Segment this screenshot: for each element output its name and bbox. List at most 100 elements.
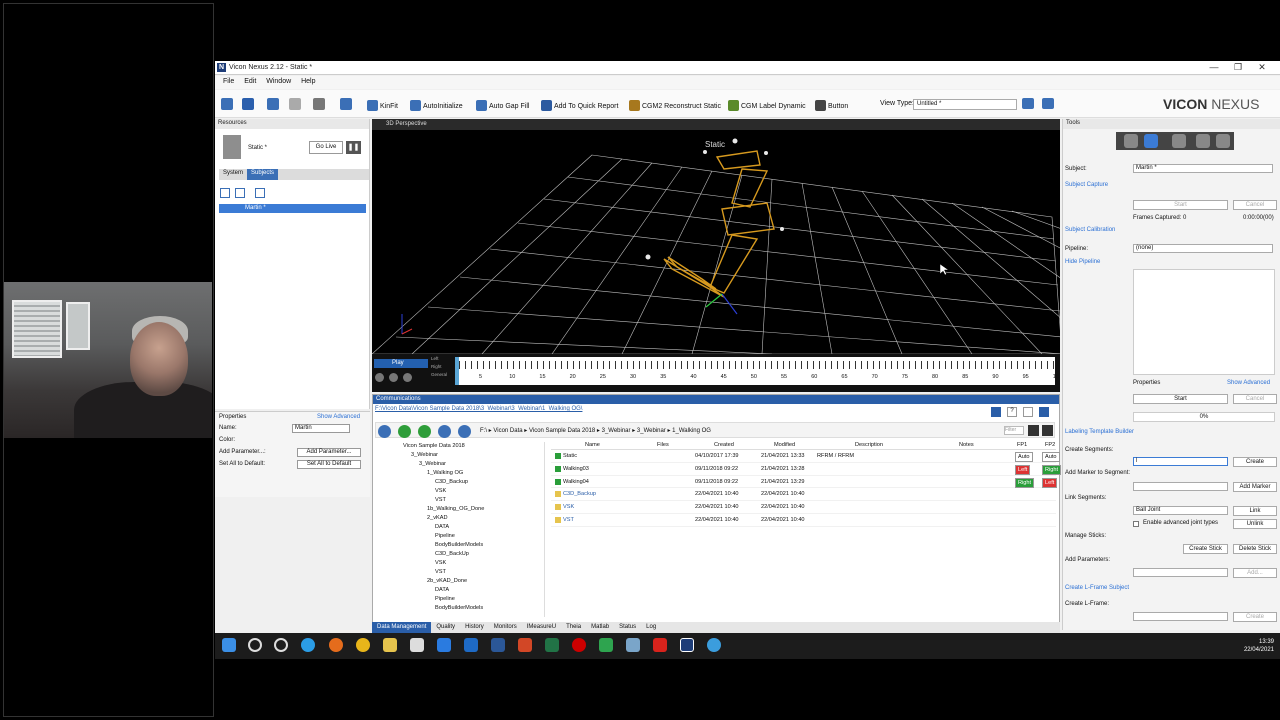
store-icon[interactable] [410, 638, 424, 652]
create-stick-button[interactable]: Create Stick [1183, 544, 1228, 554]
word-icon[interactable] [491, 638, 505, 652]
search-icon[interactable] [248, 638, 262, 652]
pipeline-list[interactable] [1133, 269, 1275, 375]
powerpoint-icon[interactable] [518, 638, 532, 652]
autoinitialize-button[interactable]: AutoInitialize [410, 100, 463, 111]
pipeline-select[interactable]: (none) [1133, 244, 1273, 253]
custom-button[interactable]: Button [815, 100, 848, 111]
save-subject-icon[interactable] [235, 188, 245, 198]
view-icon[interactable] [1039, 407, 1049, 417]
subject-row-martin[interactable]: Martin * [219, 204, 366, 213]
parameter-input[interactable] [1133, 568, 1228, 577]
add-marker-button[interactable]: Add Marker [1233, 482, 1277, 492]
tree-item[interactable]: Pipeline [375, 532, 544, 541]
crumb-drive[interactable]: F:\ [480, 428, 487, 434]
name-field[interactable]: Martin [292, 424, 350, 433]
tree-item[interactable]: 1_Walking OG [375, 469, 544, 478]
tab-subjects[interactable]: Subjects [247, 169, 279, 180]
opera-icon[interactable] [572, 638, 586, 652]
menu-file[interactable]: File [223, 78, 234, 85]
pause-icon[interactable] [389, 373, 398, 382]
subject-capture-section[interactable]: Subject Capture [1065, 182, 1108, 188]
back-icon[interactable] [398, 425, 411, 438]
tree-item[interactable]: VST [375, 568, 544, 577]
pause-button[interactable]: ❚❚ [346, 141, 361, 154]
up-folder-icon[interactable] [438, 425, 451, 438]
capture-cancel-button[interactable]: Cancel [1233, 200, 1277, 210]
view-type-select[interactable]: Untitled * [913, 99, 1017, 110]
col-fp2[interactable]: FP2 [1045, 442, 1055, 448]
minimize-button[interactable]: — [1205, 62, 1223, 72]
segment-name-input[interactable]: l [1133, 457, 1228, 466]
teams-icon[interactable] [437, 638, 451, 652]
cortana-icon[interactable] [274, 638, 288, 652]
tree-item[interactable]: VST [375, 496, 544, 505]
tree-item[interactable]: 1b_Walking_OG_Done [375, 505, 544, 514]
tree-item[interactable]: Vicon Sample Data 2018 [375, 442, 544, 451]
scroll-icon[interactable] [1028, 425, 1039, 436]
delete-stick-button[interactable]: Delete Stick [1233, 544, 1277, 554]
create-lframe-button[interactable]: Create [1233, 612, 1277, 622]
nexus-taskbar-icon[interactable] [680, 638, 694, 652]
hide-pipeline-link[interactable]: Hide Pipeline [1065, 259, 1100, 265]
tree-item[interactable]: 3_Webinar [375, 460, 544, 469]
col-modified[interactable]: Modified [774, 442, 795, 448]
crumb-vicon-data[interactable]: Vicon Data [493, 428, 522, 434]
tree-item[interactable]: C3D_Backup [375, 478, 544, 487]
col-name[interactable]: Name [585, 442, 600, 448]
menu-edit[interactable]: Edit [244, 78, 256, 85]
binoculars-icon[interactable] [1042, 425, 1053, 436]
file-row[interactable]: VST 22/04/2021 10:40 22/04/2021 10:40 [551, 514, 1056, 527]
add-parameter-button[interactable]: Add Parameter... [297, 448, 361, 457]
pipeline-icon[interactable] [313, 98, 325, 110]
new-subject-icon[interactable] [220, 188, 230, 198]
menu-window[interactable]: Window [266, 78, 291, 85]
reload-icon[interactable] [458, 425, 471, 438]
tree-item[interactable]: VSK [375, 559, 544, 568]
current-path-link[interactable]: F:\Vicon Data\Vicon Sample Data 2018\3_W… [375, 406, 582, 412]
kinfit-button[interactable]: KinFit [367, 100, 398, 111]
timeline-ruler[interactable]: 5 10 15 20 25 30 35 40 45 50 55 60 65 70 75 80 85 90 95 10 [455, 357, 1059, 385]
col-created[interactable]: Created [714, 442, 734, 448]
filter-field[interactable]: Filter [1004, 426, 1024, 435]
tree-item[interactable]: 2_vKAD [375, 514, 544, 523]
go-live-button[interactable]: Go Live [309, 141, 343, 154]
set-all-default-button[interactable]: Set All to Default [297, 460, 361, 469]
cgm-label-dynamic-button[interactable]: CGM Label Dynamic [728, 100, 806, 111]
app-icon[interactable] [626, 638, 640, 652]
subject-options-icon[interactable] [255, 188, 265, 198]
lframe-input[interactable] [1133, 612, 1228, 621]
menu-help[interactable]: Help [301, 78, 315, 85]
close-trial-icon[interactable] [242, 98, 254, 110]
close-button[interactable]: ✕ [1253, 62, 1271, 73]
refresh-icon[interactable] [991, 407, 1001, 417]
save-icon[interactable] [221, 98, 233, 110]
tree-item[interactable]: DATA [375, 523, 544, 532]
pin-view-icon[interactable] [1042, 98, 1054, 109]
labeling-template-section[interactable]: Labeling Template Builder [1065, 429, 1134, 435]
play-button[interactable]: Play [374, 359, 428, 368]
tab-system[interactable]: System [219, 169, 247, 180]
file-row[interactable]: VSK 22/04/2021 10:40 22/04/2021 10:40 [551, 501, 1056, 514]
settings-icon[interactable] [707, 638, 721, 652]
col-files[interactable]: Files [657, 442, 669, 448]
tree-item[interactable]: 3_Webinar [375, 451, 544, 460]
file-row[interactable]: Static 04/10/2017 17:39 21/04/2021 13:33 RF… [551, 450, 1060, 463]
marker-select[interactable] [1133, 482, 1228, 491]
forward-icon[interactable] [418, 425, 431, 438]
pipeline-show-advanced-link[interactable]: Show Advanced [1227, 380, 1270, 386]
excel-icon[interactable] [545, 638, 559, 652]
crumb-walking-og[interactable]: 1_Walking OG [672, 428, 711, 434]
file-row[interactable]: Walking04 09/11/2018 09:22 21/04/2021 13:2… [551, 476, 1058, 489]
step-forward-icon[interactable] [403, 373, 412, 382]
col-description[interactable]: Description [855, 442, 883, 448]
file-row[interactable]: C3D_Backup 22/04/2021 10:40 22/04/2021 10:… [551, 488, 1056, 502]
col-fp1[interactable]: FP1 [1017, 442, 1027, 448]
edge-icon[interactable] [301, 638, 315, 652]
add-to-quick-report-button[interactable]: Add To Quick Report [541, 100, 618, 111]
view-3d-canvas[interactable]: Static [372, 119, 1060, 354]
chrome-icon[interactable] [356, 638, 370, 652]
file-row[interactable]: Walking03 09/11/2018 09:22 21/04/2021 13:2… [551, 463, 1062, 476]
crumb-sample-data[interactable]: Vicon Sample Data 2018 [529, 428, 595, 434]
tree-item[interactable]: Pipeline [375, 595, 544, 604]
